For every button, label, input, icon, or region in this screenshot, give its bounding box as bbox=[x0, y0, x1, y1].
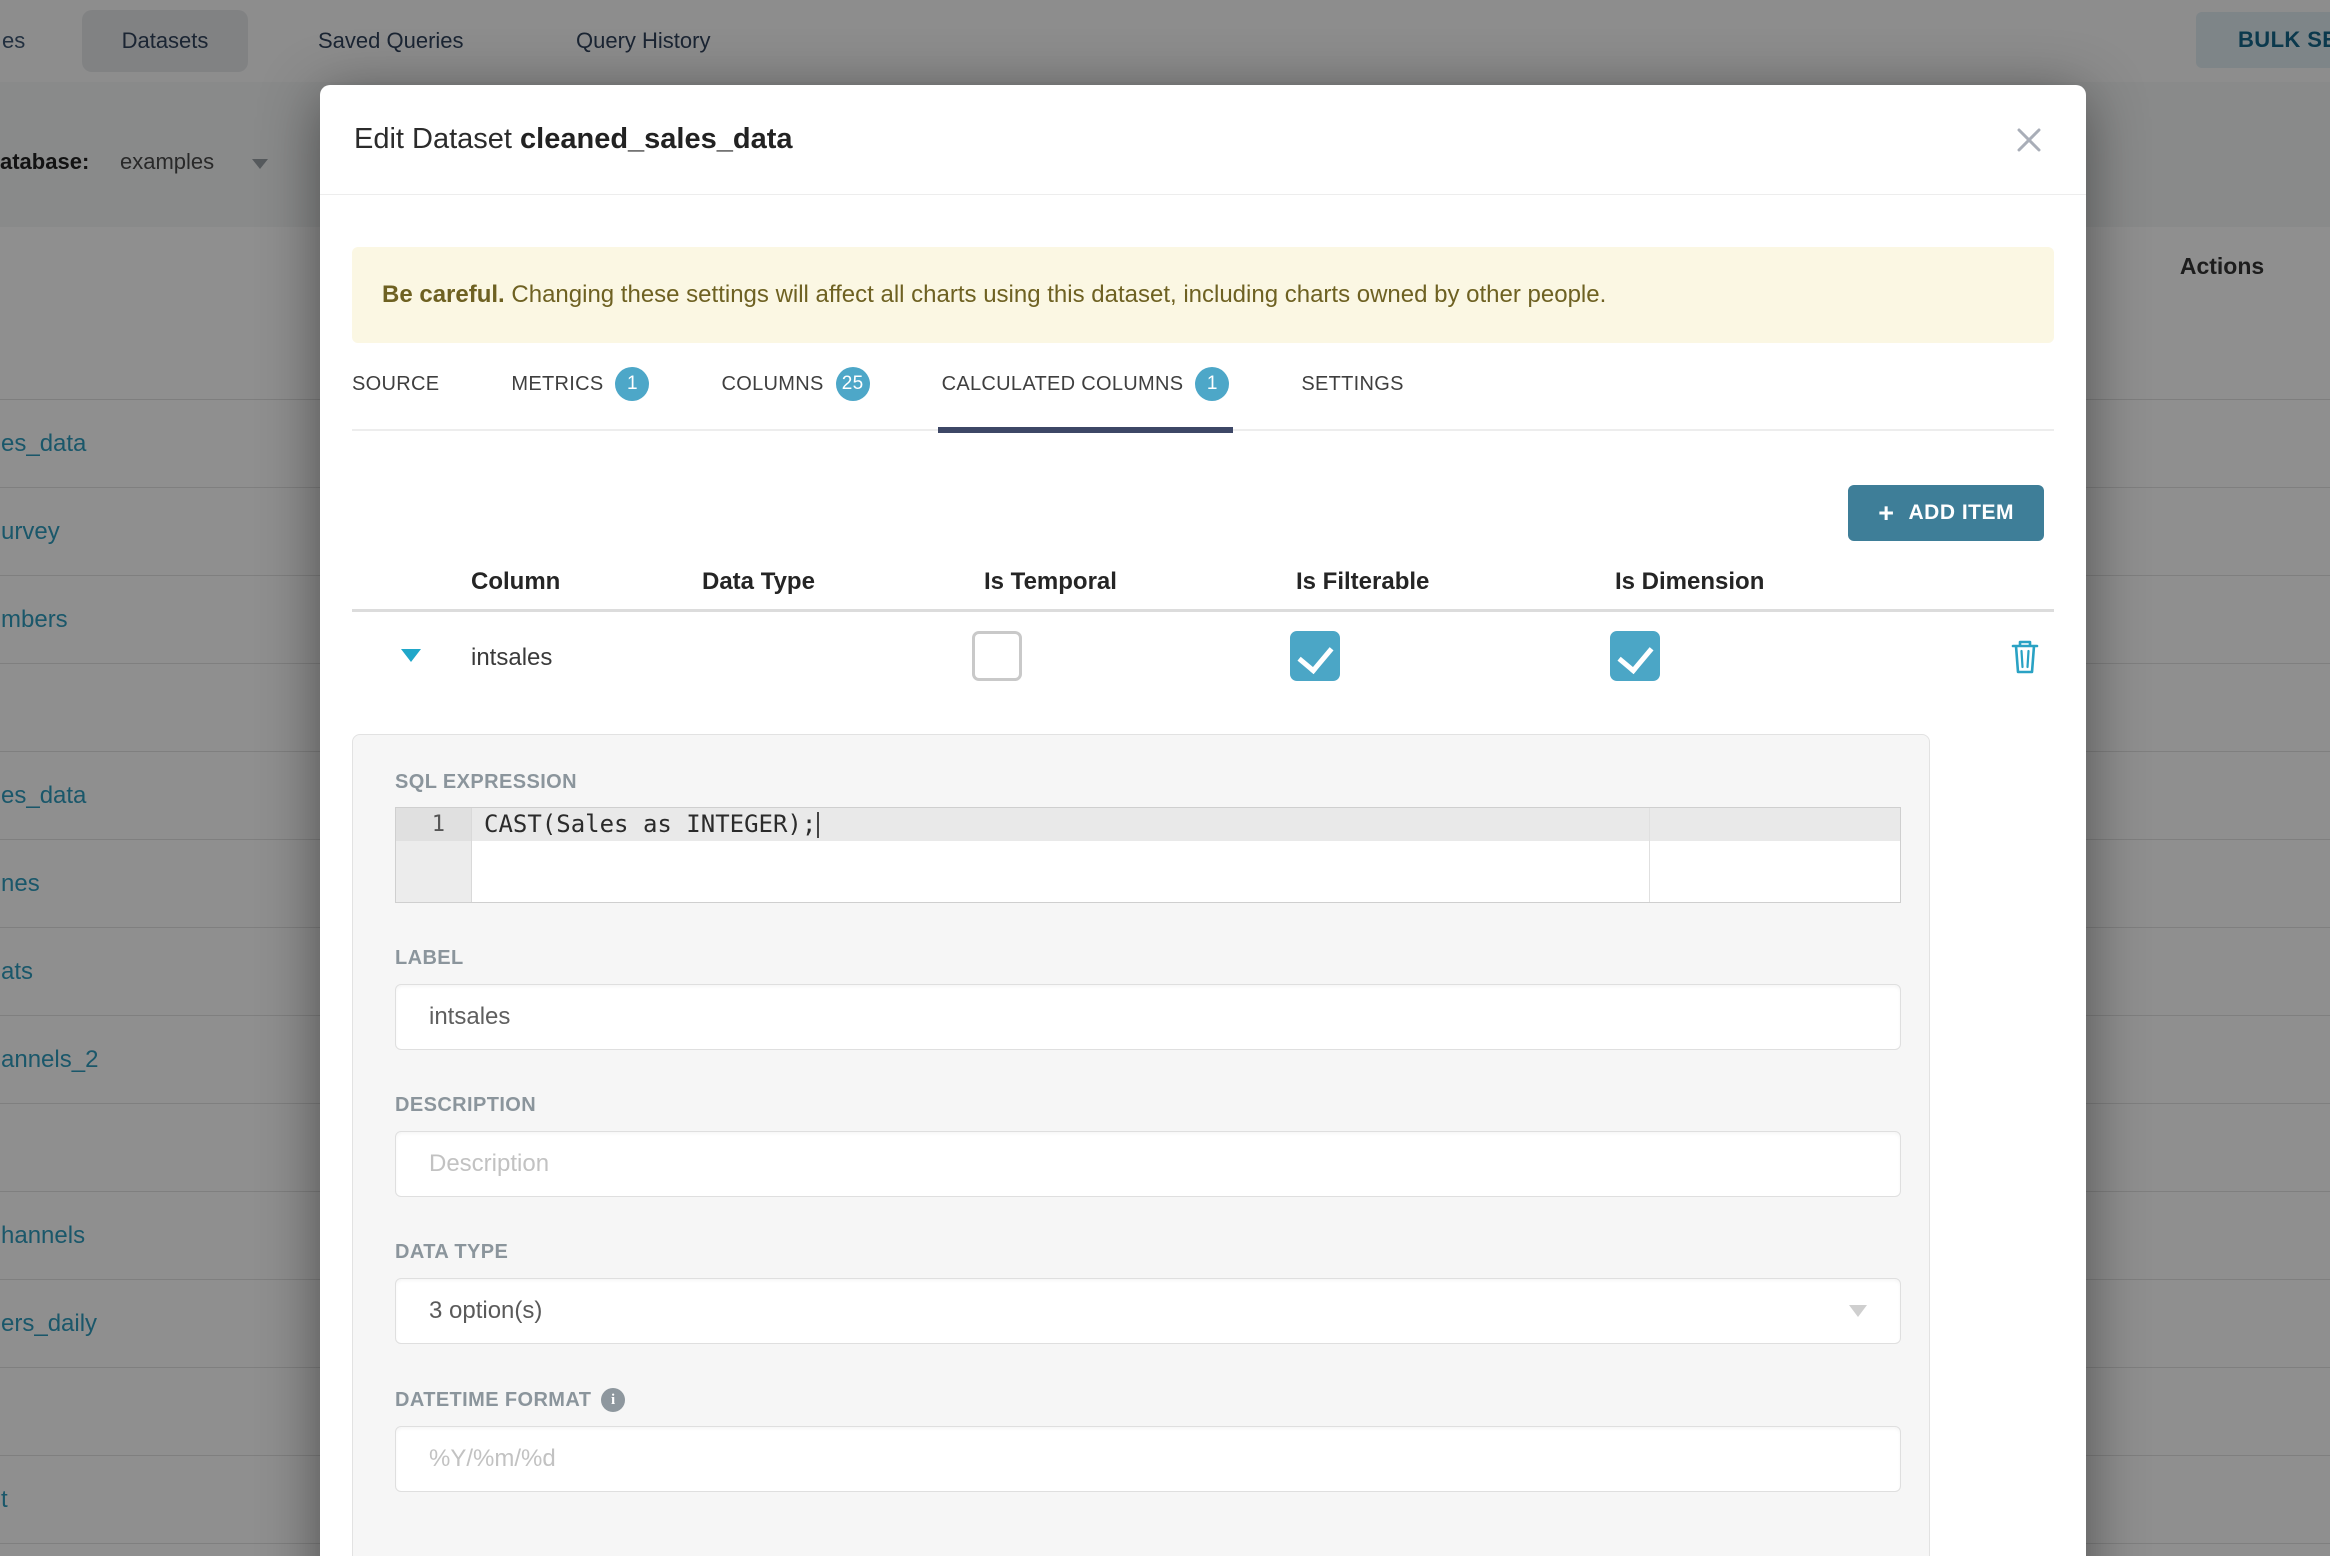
sql-expression-editor[interactable]: 1 CAST(Sales as INTEGER); bbox=[395, 807, 1901, 903]
label-field-label: LABEL bbox=[395, 947, 464, 969]
print-margin-line bbox=[1649, 808, 1650, 902]
tab-calculated-columns[interactable]: CALCULATED COLUMNS 1 bbox=[937, 367, 1234, 433]
edit-dataset-modal: Edit Dataset cleaned_sales_data Be caref… bbox=[320, 85, 2086, 1556]
close-icon[interactable] bbox=[2012, 123, 2046, 157]
column-name: intsales bbox=[471, 644, 553, 671]
is-filterable-checkbox[interactable] bbox=[1290, 630, 1340, 681]
sql-expression-label: SQL EXPRESSION bbox=[395, 771, 577, 793]
tab-source-label: SOURCE bbox=[352, 372, 440, 395]
calculated-columns-header-row: Column Data Type Is Temporal Is Filterab… bbox=[352, 568, 2054, 612]
calculated-columns-count-badge: 1 bbox=[1195, 367, 1230, 401]
modal-body: Be careful. Changing these settings will… bbox=[320, 195, 2086, 1556]
info-icon[interactable]: i bbox=[601, 1388, 626, 1412]
data-type-field-label: DATA TYPE bbox=[395, 1241, 509, 1263]
data-type-header: Data Type bbox=[702, 568, 815, 595]
plus-icon: + bbox=[1878, 497, 1895, 528]
label-field-group: LABEL bbox=[395, 947, 1901, 1050]
collapse-caret-icon[interactable] bbox=[401, 649, 421, 662]
datetime-format-field-group: DATETIME FORMAT i bbox=[395, 1388, 1901, 1492]
description-input[interactable] bbox=[395, 1131, 1901, 1197]
add-item-button[interactable]: + ADD ITEM bbox=[1848, 485, 2044, 541]
data-type-field-group: DATA TYPE 3 option(s) bbox=[395, 1241, 1901, 1344]
tab-calculated-columns-label: CALCULATED COLUMNS bbox=[941, 372, 1184, 395]
modal-tabs: SOURCE METRICS 1 COLUMNS 25 CALCULATED C… bbox=[352, 367, 2054, 433]
description-field-label: DESCRIPTION bbox=[395, 1094, 537, 1116]
chevron-down-icon bbox=[1849, 1305, 1867, 1317]
tab-metrics[interactable]: METRICS 1 bbox=[511, 367, 650, 429]
trash-icon bbox=[2011, 640, 2039, 673]
is-filterable-header: Is Filterable bbox=[1296, 568, 1430, 595]
warning-banner: Be careful. Changing these settings will… bbox=[352, 247, 2054, 343]
data-type-selected-value: 3 option(s) bbox=[429, 1297, 543, 1324]
metrics-count-badge: 1 bbox=[615, 367, 650, 401]
data-type-select[interactable]: 3 option(s) bbox=[395, 1278, 1901, 1344]
is-temporal-checkbox[interactable] bbox=[972, 630, 1022, 681]
datetime-format-label-text: DATETIME FORMAT bbox=[395, 1388, 592, 1411]
warning-text: Changing these settings will affect all … bbox=[504, 281, 1607, 308]
modal-title-dataset-name: cleaned_sales_data bbox=[520, 123, 793, 155]
calculated-column-detail-panel: SQL EXPRESSION 1 CAST(Sales as INTEGER);… bbox=[352, 734, 1930, 1556]
delete-column-button[interactable] bbox=[2008, 637, 2042, 680]
is-temporal-header: Is Temporal bbox=[984, 568, 1117, 595]
tab-metrics-label: METRICS bbox=[511, 372, 604, 395]
tab-columns[interactable]: COLUMNS 25 bbox=[721, 367, 870, 429]
label-input[interactable] bbox=[395, 984, 1901, 1050]
description-field-group: DESCRIPTION bbox=[395, 1094, 1901, 1197]
is-dimension-header: Is Dimension bbox=[1615, 568, 1765, 595]
text-cursor bbox=[817, 812, 820, 838]
tab-source[interactable]: SOURCE bbox=[352, 367, 439, 429]
column-header: Column bbox=[471, 568, 561, 595]
screen: es Datasets Saved Queries Query History … bbox=[0, 0, 2330, 1556]
line-number: 1 bbox=[396, 808, 471, 841]
sql-code: CAST(Sales as INTEGER); bbox=[484, 810, 817, 838]
modal-header: Edit Dataset cleaned_sales_data bbox=[320, 85, 2086, 195]
modal-title-prefix: Edit Dataset bbox=[354, 123, 521, 155]
columns-count-badge: 25 bbox=[835, 367, 870, 401]
is-dimension-checkbox[interactable] bbox=[1610, 630, 1660, 681]
editor-content[interactable]: CAST(Sales as INTEGER); bbox=[472, 808, 1900, 902]
datetime-format-input[interactable] bbox=[395, 1426, 1901, 1492]
warning-bold: Be careful. bbox=[382, 281, 505, 308]
datetime-format-field-label: DATETIME FORMAT i bbox=[395, 1388, 1887, 1412]
add-item-label: ADD ITEM bbox=[1908, 501, 2014, 524]
modal-title: Edit Dataset cleaned_sales_data bbox=[354, 123, 793, 156]
tab-settings[interactable]: SETTINGS bbox=[1301, 367, 1403, 429]
calculated-column-row: intsales bbox=[352, 612, 2054, 704]
editor-gutter: 1 bbox=[396, 808, 472, 902]
add-item-row: + ADD ITEM bbox=[352, 485, 2044, 541]
tab-settings-label: SETTINGS bbox=[1301, 372, 1404, 395]
tab-columns-label: COLUMNS bbox=[721, 372, 824, 395]
